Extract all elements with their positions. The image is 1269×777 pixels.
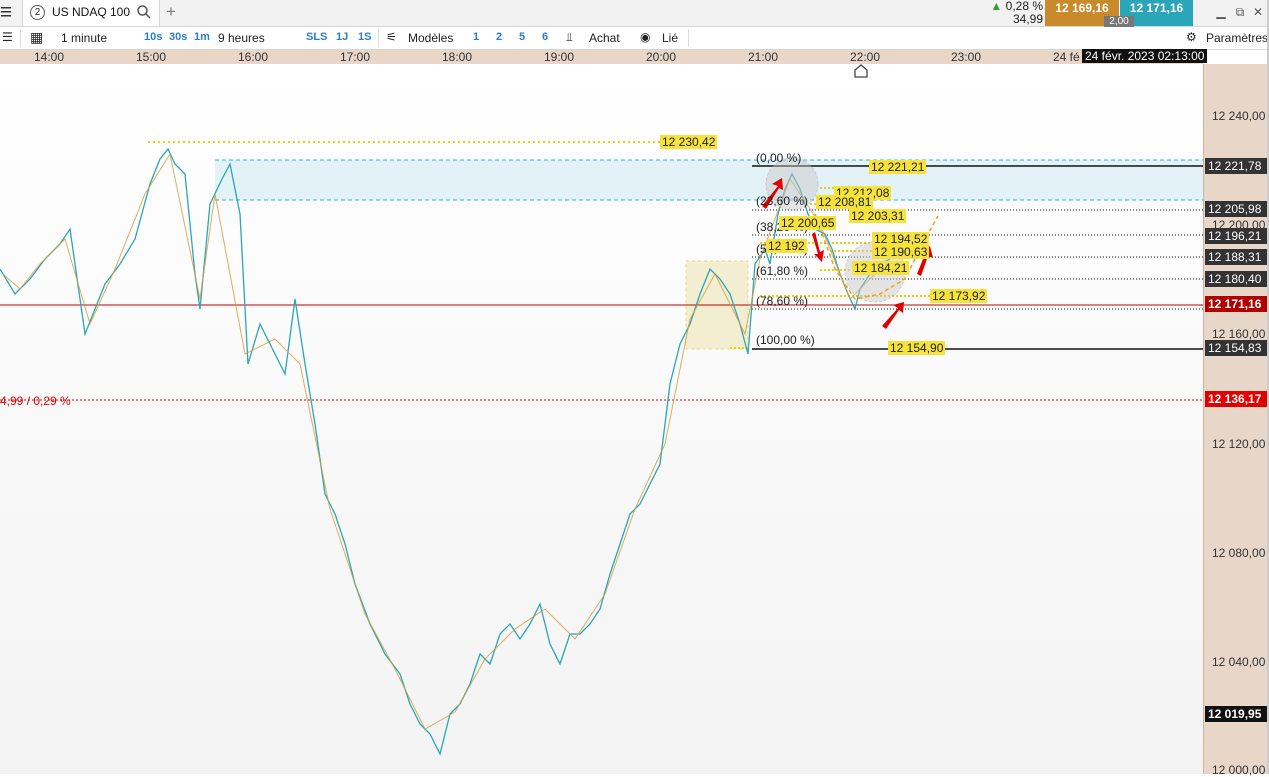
low-price-badge: 12 019,95: [1205, 706, 1269, 722]
price-tick: 12 040,00: [1212, 655, 1266, 669]
time-tick: 19:00: [544, 50, 575, 64]
minimize-icon[interactable]: ▁: [1214, 5, 1228, 19]
level-badge: 12 188,31: [1205, 249, 1269, 265]
top-bar: 2 US NDAQ 100 + ▲ 0,28 % 34,99 12 169,16…: [0, 0, 1269, 27]
level-label: 12 173,92: [930, 289, 988, 303]
level-label: 12 208,81: [816, 195, 874, 209]
price-tick: 12 160,00: [1212, 327, 1266, 341]
chart-area[interactable]: 12 230,42 4,99 / 0,29 % (0,00 %) (23,60 …: [0, 64, 1203, 774]
arrow-down-icon: [812, 232, 824, 262]
price-tick: 12 240,00: [1212, 109, 1266, 123]
btn-10s[interactable]: 10s: [144, 31, 162, 43]
layout-icon[interactable]: ▦: [30, 29, 43, 46]
ref-price-badge: 12 136,17: [1205, 391, 1269, 407]
menu-icon[interactable]: [0, 4, 14, 20]
time-tick: 22:00: [850, 50, 881, 64]
chart-toolbar: ☰ ▦ 1 minute 10s 30s 1m 9 heures SLS 1J …: [0, 27, 1269, 50]
home-icon[interactable]: [853, 64, 869, 78]
time-tick: 16:00: [238, 50, 269, 64]
list-icon[interactable]: ☰: [2, 30, 13, 44]
crosshair-date: 24 févr. 2023 02:13:00: [1082, 49, 1208, 63]
buy-icon[interactable]: ⫫: [566, 30, 573, 45]
level-label: 12 200,65: [779, 216, 837, 230]
settings-button[interactable]: Paramètres: [1206, 31, 1268, 45]
symbol-name: US NDAQ 100: [52, 5, 131, 19]
fib-236-label: (23,60 %): [756, 194, 809, 208]
preset-1[interactable]: 1: [473, 31, 479, 43]
level-badge: 12 221,78: [1205, 158, 1269, 174]
spread-badge: 2,00: [1104, 16, 1134, 27]
price-change: ▲ 0,28 % 34,99: [985, 0, 1043, 26]
fib-786-label: (78,60 %): [756, 294, 809, 308]
time-axis: 14:00 15:00 16:00 17:00 18:00 19:00 20:0…: [0, 50, 1203, 64]
time-tick: 18:00: [442, 50, 473, 64]
time-tick: 20:00: [646, 50, 677, 64]
high-label: 12 230,42: [660, 135, 718, 149]
preset-2[interactable]: 2: [496, 31, 502, 43]
level-label: 12 184,21: [852, 261, 910, 275]
price-tick: 12 000,00: [1212, 763, 1266, 777]
time-tick: 17:00: [340, 50, 371, 64]
btn-sls[interactable]: SLS: [306, 31, 327, 43]
search-icon[interactable]: [136, 4, 152, 20]
eye-icon[interactable]: ◉: [640, 30, 650, 44]
preset-5[interactable]: 5: [519, 31, 525, 43]
time-tick: 24 fé: [1053, 50, 1080, 64]
level-label: 12 203,31: [849, 209, 907, 223]
current-price-badge: 12 171,16: [1205, 296, 1269, 312]
price-chart[interactable]: [0, 64, 1203, 774]
level-label: 12 194,52: [872, 232, 930, 246]
interval-select[interactable]: 1 minute: [61, 31, 107, 45]
models-icon[interactable]: ⚟: [386, 30, 397, 44]
instrument-tab[interactable]: 2 US NDAQ 100: [22, 0, 160, 26]
time-tick: 15:00: [136, 50, 167, 64]
buy-button[interactable]: Achat: [589, 31, 620, 45]
time-tick: 23:00: [951, 50, 982, 64]
level-badge: 12 196,21: [1205, 228, 1269, 244]
level-label: 12 154,90: [888, 341, 946, 355]
price-tick: 12 080,00: [1212, 546, 1266, 560]
popout-icon[interactable]: ⧉: [1233, 5, 1247, 19]
time-tick: 21:00: [748, 50, 779, 64]
level-label: 12 192: [766, 239, 807, 253]
price-axis[interactable]: 12 240,00 12 200,00 12 160,00 12 120,00 …: [1203, 64, 1269, 777]
models-button[interactable]: Modèles: [408, 31, 453, 45]
time-tick: 14:00: [34, 50, 65, 64]
linked-button[interactable]: Lié: [662, 31, 678, 45]
fib-100-label: (100,00 %): [756, 333, 815, 347]
level-label: 12 221,21: [869, 160, 927, 174]
ref-label: 4,99 / 0,29 %: [0, 394, 71, 408]
close-icon[interactable]: ✕: [1251, 5, 1265, 19]
level-label: 12 190,63: [872, 245, 930, 259]
fib-618-label: (61,80 %): [756, 264, 809, 278]
preset-6[interactable]: 6: [542, 31, 548, 43]
level-badge: 12 205,98: [1205, 201, 1269, 217]
btn-30s[interactable]: 30s: [169, 31, 187, 43]
fib-0-label: (0,00 %): [756, 151, 802, 165]
arrow-up-icon: [882, 302, 904, 329]
change-abs: 34,99: [1012, 12, 1043, 26]
tab-number: 2: [30, 5, 45, 20]
add-tab-icon[interactable]: +: [166, 2, 176, 22]
btn-1m[interactable]: 1m: [194, 31, 210, 43]
gear-icon[interactable]: ⚙: [1186, 30, 1197, 44]
btn-1s[interactable]: 1S: [358, 31, 371, 43]
level-badge: 12 180,40: [1205, 271, 1269, 287]
btn-1j[interactable]: 1J: [336, 31, 348, 43]
level-badge: 12 154,83: [1205, 340, 1269, 356]
range-select[interactable]: 9 heures: [218, 31, 265, 45]
price-tick: 12 120,00: [1212, 437, 1266, 451]
